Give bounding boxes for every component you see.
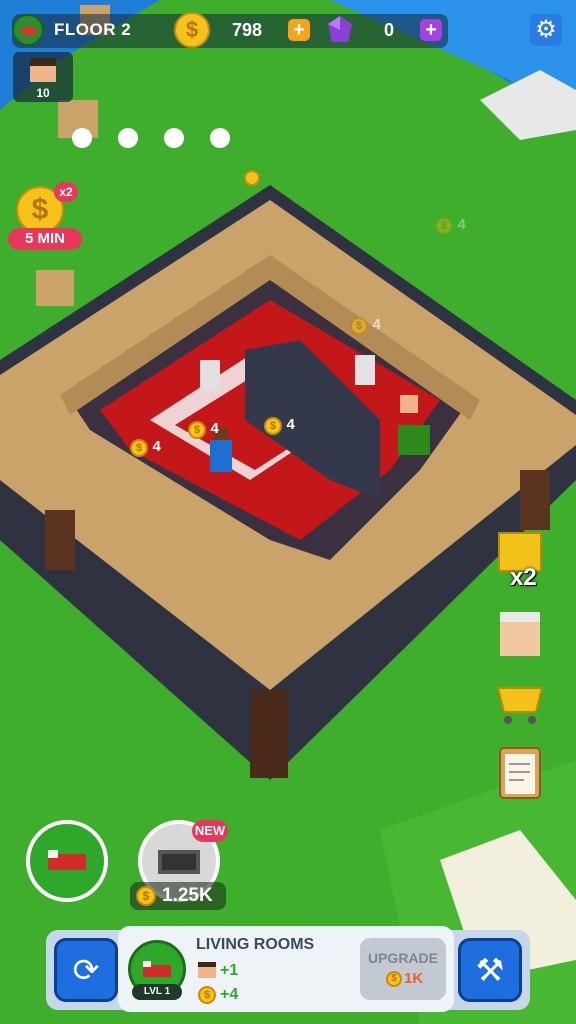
worker-face-icon xyxy=(30,58,56,82)
floating-coin-value: 4 xyxy=(152,438,161,455)
page-dot[interactable] xyxy=(164,128,184,148)
shop-cart-button[interactable] xyxy=(492,672,548,728)
page-dot[interactable] xyxy=(210,128,230,148)
booster-label: x2 xyxy=(510,564,537,591)
new-badge: NEW xyxy=(192,820,228,842)
floor-icon[interactable] xyxy=(12,14,44,46)
build-price-tag: $ 1.25K xyxy=(130,882,226,910)
post-right xyxy=(520,470,550,530)
coin-icon: $ xyxy=(130,439,148,457)
add-coins-button[interactable]: + xyxy=(288,19,310,41)
coin-count: 798 xyxy=(232,20,263,40)
cart-icon xyxy=(496,687,544,724)
coin-icon: $ xyxy=(136,886,156,906)
bed-icon xyxy=(48,850,86,870)
settings-button[interactable]: ⚙ xyxy=(530,14,562,46)
build-price: 1.25K xyxy=(162,885,213,906)
swap-room-button[interactable]: ⟳ xyxy=(54,938,118,1002)
coin-pickup[interactable] xyxy=(244,170,260,186)
swap-icon: ⟳ xyxy=(72,952,100,988)
floating-coin-2[interactable]: $ 4 xyxy=(264,416,295,435)
door-left xyxy=(45,510,75,570)
clipboard-icon xyxy=(499,747,541,799)
floor-label[interactable]: FLOOR 2 xyxy=(54,20,131,40)
coin-icon: $ xyxy=(435,217,453,235)
coin-icon: $ xyxy=(350,317,368,335)
character-guest xyxy=(200,360,220,390)
character-guest-3 xyxy=(400,395,418,413)
floating-coin-3[interactable]: $ 4 xyxy=(130,438,161,457)
green-block xyxy=(398,425,430,455)
gem-icon xyxy=(328,16,352,42)
coin-icon: $ xyxy=(198,986,216,1004)
character-guest-2 xyxy=(355,355,375,385)
coin-icon: $ xyxy=(174,12,210,48)
room-workers-bonus: +1 xyxy=(220,962,239,979)
hammer-icon: ⚒ xyxy=(475,952,505,988)
room-title: LIVING ROOMS xyxy=(196,936,315,953)
bonus-multiplier: x2 xyxy=(54,182,78,202)
floating-coin-value: 4 xyxy=(372,316,381,333)
floating-coin-5[interactable]: $ 4 xyxy=(435,216,466,235)
worker-count: 10 xyxy=(36,86,50,100)
coin-icon: $ xyxy=(188,421,206,439)
corner-post-bottom xyxy=(250,690,288,778)
page-dot[interactable] xyxy=(72,128,92,148)
floating-coin-value: 4 xyxy=(286,416,295,433)
upgrade-label: UPGRADE xyxy=(367,950,438,966)
x2-booster-button[interactable]: x2 xyxy=(492,530,548,591)
floating-coin-value: 4 xyxy=(210,420,219,437)
coin-icon: $ xyxy=(386,971,402,987)
tasks-button[interactable] xyxy=(492,744,548,800)
add-gems-button[interactable]: + xyxy=(420,19,442,41)
upgrade-button[interactable]: UPGRADE $ 1K xyxy=(360,938,446,1000)
manager-button[interactable] xyxy=(492,608,548,664)
gear-icon: ⚙ xyxy=(535,16,557,43)
manager-face-icon xyxy=(500,612,540,656)
crate-2 xyxy=(36,270,74,306)
room-level: LVL 1 xyxy=(132,984,182,1000)
upgrade-cost: 1K xyxy=(404,970,424,987)
floating-coin-value: 4 xyxy=(457,216,466,233)
coin-icon: $ xyxy=(264,417,282,435)
gem-count: 0 xyxy=(384,20,395,40)
hammer-build-button[interactable]: ⚒ xyxy=(458,938,522,1002)
character-worker xyxy=(210,440,232,472)
room-coins-bonus: +4 xyxy=(220,986,239,1003)
floating-coin-1[interactable]: $ 4 xyxy=(188,420,219,439)
bonus-duration[interactable]: 5 MIN xyxy=(8,228,82,250)
floating-coin-4[interactable]: $ 4 xyxy=(350,316,381,335)
page-dot[interactable] xyxy=(118,128,138,148)
living-room-build-button[interactable] xyxy=(26,820,108,902)
worker-small-icon xyxy=(198,962,216,978)
